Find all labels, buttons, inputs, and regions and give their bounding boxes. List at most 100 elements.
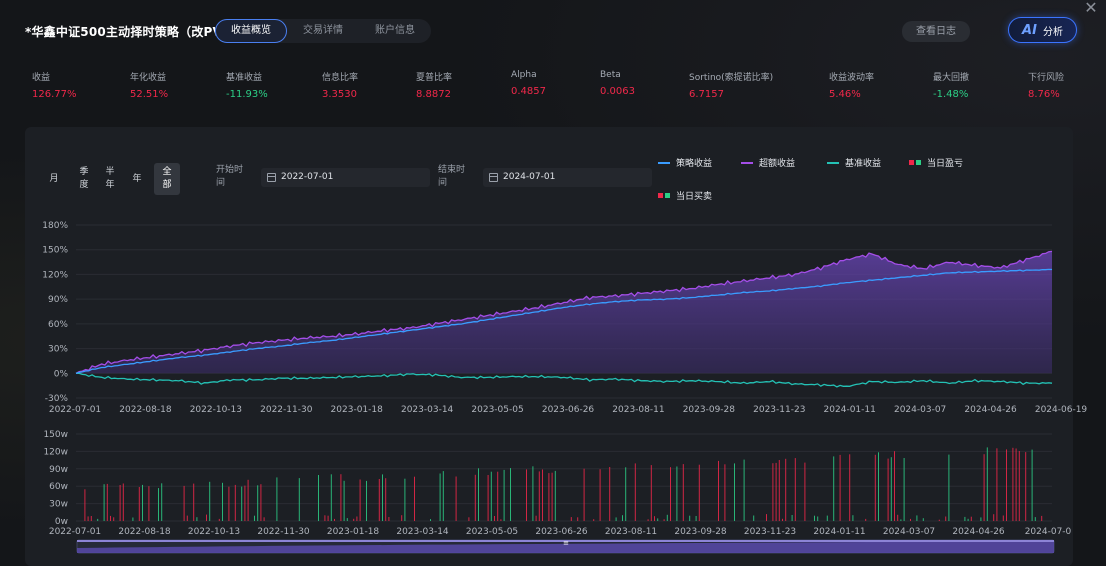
trade-bar <box>650 465 652 521</box>
trade-bar <box>916 515 918 521</box>
trade-bar <box>103 484 105 521</box>
trade-bar <box>804 462 806 521</box>
trade-bar <box>193 483 195 521</box>
trade-bar <box>910 518 911 521</box>
trade-bar <box>228 486 230 521</box>
trade-bar <box>183 485 185 521</box>
trade-bar <box>782 518 783 521</box>
x-tick-label: 2023-09-28 <box>683 405 736 415</box>
trade-bar <box>510 468 511 521</box>
trade-bar <box>340 474 342 521</box>
trade-bar <box>158 488 159 521</box>
trade-bar <box>455 476 457 521</box>
x-tick-label: 2023-09-28 <box>674 527 727 537</box>
trade-bar <box>532 466 534 521</box>
trade-bar <box>551 472 553 521</box>
trade-bar <box>554 470 556 521</box>
trade-bar <box>622 515 623 521</box>
x-tick-label: 2023-01-18 <box>327 527 380 537</box>
trade-bar <box>791 515 793 521</box>
trade-bar <box>318 475 319 521</box>
trade-bar <box>97 518 99 521</box>
trade-bar <box>986 447 988 521</box>
trade-bar <box>263 517 265 521</box>
x-tick-label: 2024-01-11 <box>824 405 876 415</box>
trade-bar <box>260 484 262 521</box>
trade-bar <box>257 485 259 521</box>
trade-bar <box>439 473 441 521</box>
y-tick-label: 30w <box>49 500 68 510</box>
trade-bar <box>542 469 543 521</box>
trade-bar <box>346 518 348 521</box>
trades-bar-chart: 150w 120w 90w 60w 30w 0w2022-07-01 2022-08-18 2… <box>43 430 1071 537</box>
trade-bar <box>970 516 972 521</box>
x-tick-label: 2022-07-01 <box>49 405 101 415</box>
trade-bar <box>161 483 163 521</box>
trade-bar <box>206 514 207 521</box>
trade-bar <box>663 519 665 521</box>
y-tick-label: 0w <box>55 517 68 527</box>
y-tick-label: 60% <box>48 320 68 330</box>
trade-bar <box>122 483 124 521</box>
trade-bar <box>938 519 940 521</box>
trade-bar <box>698 464 700 521</box>
x-tick-label: 2023-05-05 <box>466 527 518 537</box>
trade-bar <box>106 483 108 521</box>
x-tick-label: 2022-10-13 <box>190 405 242 415</box>
trade-bar <box>110 515 111 521</box>
trade-bar <box>980 517 982 521</box>
trade-bar <box>196 517 198 521</box>
trade-bar <box>657 518 659 521</box>
trade-bar <box>1025 452 1027 521</box>
trade-bar <box>775 462 777 521</box>
y-tick-label: 90% <box>48 295 68 305</box>
trade-bar <box>647 519 649 521</box>
trade-bar <box>967 518 969 521</box>
trade-bar <box>724 464 726 521</box>
trade-bar <box>119 485 121 521</box>
trade-bar <box>1041 515 1043 521</box>
trade-bar <box>353 518 355 521</box>
trade-bar <box>964 516 966 521</box>
trade-bar <box>743 459 745 521</box>
y-tick-label: 60w <box>49 482 68 492</box>
x-tick-label: 2023-05-05 <box>471 405 523 415</box>
trade-bar <box>833 456 835 521</box>
trade-bar <box>254 515 255 521</box>
trade-bar <box>442 471 444 521</box>
trade-bar <box>670 467 671 521</box>
trade-bar <box>209 481 211 521</box>
trade-bar <box>1002 515 1004 521</box>
x-tick-label: 2024-03-07 <box>883 527 935 537</box>
y-tick-label: 0% <box>54 369 69 379</box>
trade-bar <box>948 454 950 521</box>
trade-bar <box>241 486 243 521</box>
x-tick-label: 2024-01-11 <box>813 527 865 537</box>
trade-bar <box>359 479 361 521</box>
x-tick-label: 2023-03-14 <box>396 527 449 537</box>
x-tick-label: 2024-04-26 <box>964 405 1017 415</box>
trade-bar <box>654 516 655 521</box>
trade-bar <box>993 514 995 521</box>
y-tick-label: 90w <box>49 465 68 475</box>
trade-bar <box>814 515 815 521</box>
trade-bar <box>1015 448 1017 521</box>
trade-bar <box>887 458 889 521</box>
trade-bar <box>817 516 819 521</box>
trade-bar <box>382 474 383 521</box>
trade-bar <box>378 479 380 521</box>
trade-bar <box>1018 451 1020 521</box>
trade-bar <box>132 517 134 521</box>
trade-bar <box>878 452 879 521</box>
x-tick-label: 2023-06-26 <box>535 527 588 537</box>
trade-bar <box>897 514 899 521</box>
trade-bar <box>1031 449 1033 521</box>
range-slider[interactable]: ≡ <box>76 539 1055 554</box>
trade-bar <box>385 478 387 521</box>
trade-bar <box>577 517 579 521</box>
y-tick-label: -30% <box>45 394 69 404</box>
y-tick-label: 120w <box>43 447 68 457</box>
trade-bar <box>894 451 895 521</box>
trade-bar <box>839 454 841 521</box>
trade-bar <box>401 515 403 521</box>
